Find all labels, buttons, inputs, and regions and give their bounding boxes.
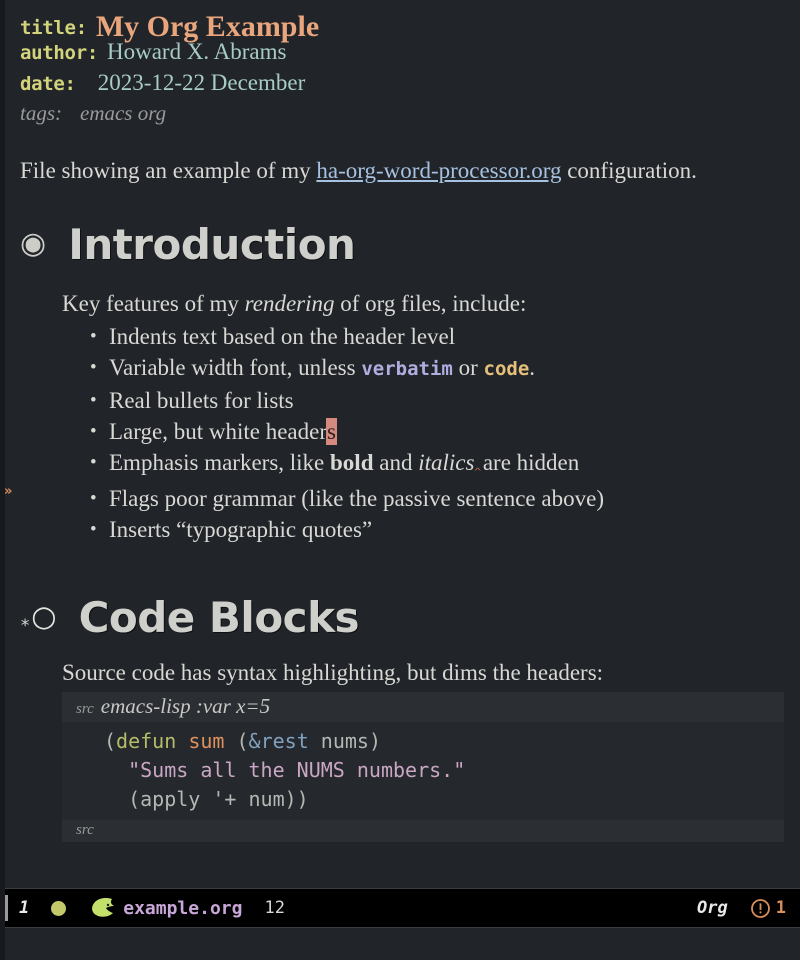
echo-area <box>0 928 800 960</box>
list-item: Variable width font, unless verbatim or … <box>90 352 800 385</box>
src-block-header: src emacs-lisp :var x=5 <box>62 692 784 722</box>
error-count: 1 <box>775 898 786 918</box>
heading-introduction[interactable]: ◉ Introduction <box>18 220 800 269</box>
src-code-lines: (defun sum (&rest nums) "Sums all the NU… <box>62 727 784 814</box>
emacs-logo-icon <box>90 897 116 919</box>
list-item-text: Indents text based on the header level <box>109 324 456 349</box>
heading-code-blocks[interactable]: * ○ Code Blocks <box>18 593 800 642</box>
src-block[interactable]: src emacs-lisp :var x=5 (defun sum (&res… <box>62 692 784 842</box>
list-item: Indents text based on the header level <box>90 321 800 352</box>
list-item-text: Large, but white header <box>109 419 327 444</box>
grammar-flag-icon: ^ <box>473 467 482 478</box>
error-circle-icon[interactable] <box>750 898 771 919</box>
org-file-link[interactable]: ha-org-word-processor.org <box>316 158 561 183</box>
list-item-text: Real bullets for lists <box>109 388 294 413</box>
list-item-text: Inserts “typographic quotes” <box>109 517 373 542</box>
status-dot-icon <box>51 900 67 916</box>
keyword-date-key: date: <box>20 73 76 95</box>
keyword-tags-key: tags: <box>20 101 62 125</box>
keyword-author-key: author: <box>20 42 98 64</box>
intro-text-after: configuration. <box>561 158 697 183</box>
intro-text-before: File showing an example of my <box>20 158 317 183</box>
list-item: Large, but white headers <box>90 416 800 447</box>
list-item-text: Emphasis markers, like <box>109 450 331 475</box>
text-cursor: s <box>326 419 336 444</box>
src-block-code[interactable]: (defun sum (&rest nums) "Sums all the NU… <box>62 722 784 820</box>
list-item-text: Variable width font, unless <box>109 355 362 380</box>
feature-list: Indents text based on the header level V… <box>48 321 800 545</box>
list-item: Flags poor grammar (like the passive sen… <box>90 483 800 514</box>
introduction-lead-text: Key features of my rendering of org file… <box>48 291 800 317</box>
src-begin-label: src <box>76 701 94 717</box>
org-buffer[interactable]: » title: My Org Example author: Howard X… <box>0 0 800 888</box>
buffer-name[interactable]: example.org <box>123 898 242 919</box>
list-item-mid: and <box>373 450 419 475</box>
section-introduction-body: Key features of my rendering of org file… <box>18 291 800 545</box>
code-token: (apply '+ num)) <box>104 787 309 811</box>
document-tags: emacs org <box>80 101 167 125</box>
window-number: 1 <box>19 898 30 918</box>
intro-paragraph: File showing an example of my ha-org-wor… <box>18 158 800 184</box>
code-token: sum <box>188 729 225 753</box>
code-token: "Sums all the NUMS numbers." <box>104 758 466 782</box>
list-item-tail: . <box>529 355 536 380</box>
code-token: ( <box>104 729 117 753</box>
list-item: Emphasis markers, like bold and italics^… <box>90 447 800 483</box>
verbatim-sample: verbatim <box>361 358 453 380</box>
section-code-blocks-body: Source code has syntax highlighting, but… <box>18 660 800 842</box>
filled-circle-bullet-icon: ◉ <box>20 225 47 261</box>
lead-before-italic: Key features of my <box>62 291 245 316</box>
line-number: 12 <box>264 898 285 918</box>
list-item: Real bullets for lists <box>90 385 800 416</box>
list-item: Inserts “typographic quotes” <box>90 514 800 545</box>
bold-word: bold <box>330 450 374 475</box>
lead-italic-word: rendering <box>244 291 335 316</box>
lead-after-italic: of org files, include: <box>334 291 527 316</box>
src-block-footer: src <box>62 820 784 842</box>
keyword-line-title: title: My Org Example <box>18 8 800 43</box>
keyword-line-tags: tags: emacs org <box>18 101 800 132</box>
window-left-divider <box>0 0 5 960</box>
document-date: 2023-12-22 December <box>97 70 306 95</box>
heading-introduction-label: Introduction <box>68 220 356 269</box>
modeline-left: 1 example.org 12 <box>0 895 697 921</box>
buffer-content: title: My Org Example author: Howard X. … <box>0 0 800 842</box>
code-token: defun <box>116 729 177 753</box>
modeline: 1 example.org 12 Org 1 <box>0 888 800 928</box>
code-token: nums) <box>308 729 381 753</box>
code-blocks-lead-text: Source code has syntax highlighting, but… <box>62 660 604 685</box>
code-token: &rest <box>248 729 309 753</box>
open-circle-bullet-icon: ○ <box>31 599 57 633</box>
list-item-text: Flags poor grammar (like the passive sen… <box>109 486 604 511</box>
keyword-line-date: date: 2023-12-22 December <box>18 70 800 101</box>
emacs-frame: » title: My Org Example author: Howard X… <box>0 0 800 960</box>
heading-star-prefix: * <box>20 615 31 636</box>
code-token: ( <box>224 729 249 753</box>
heading-code-blocks-label: Code Blocks <box>78 593 360 642</box>
list-item-tail: are hidden <box>482 450 580 475</box>
major-mode[interactable]: Org <box>697 898 728 918</box>
italic-word: italics <box>418 450 475 475</box>
code-sample: code <box>483 358 530 380</box>
src-begin-args: emacs-lisp :var x=5 <box>100 694 271 718</box>
src-end-label: src <box>76 822 94 838</box>
document-title: My Org Example <box>95 10 320 43</box>
list-item-mid: or <box>452 355 484 380</box>
keyword-title-key: title: <box>20 17 87 39</box>
modeline-right: Org 1 <box>697 898 800 919</box>
